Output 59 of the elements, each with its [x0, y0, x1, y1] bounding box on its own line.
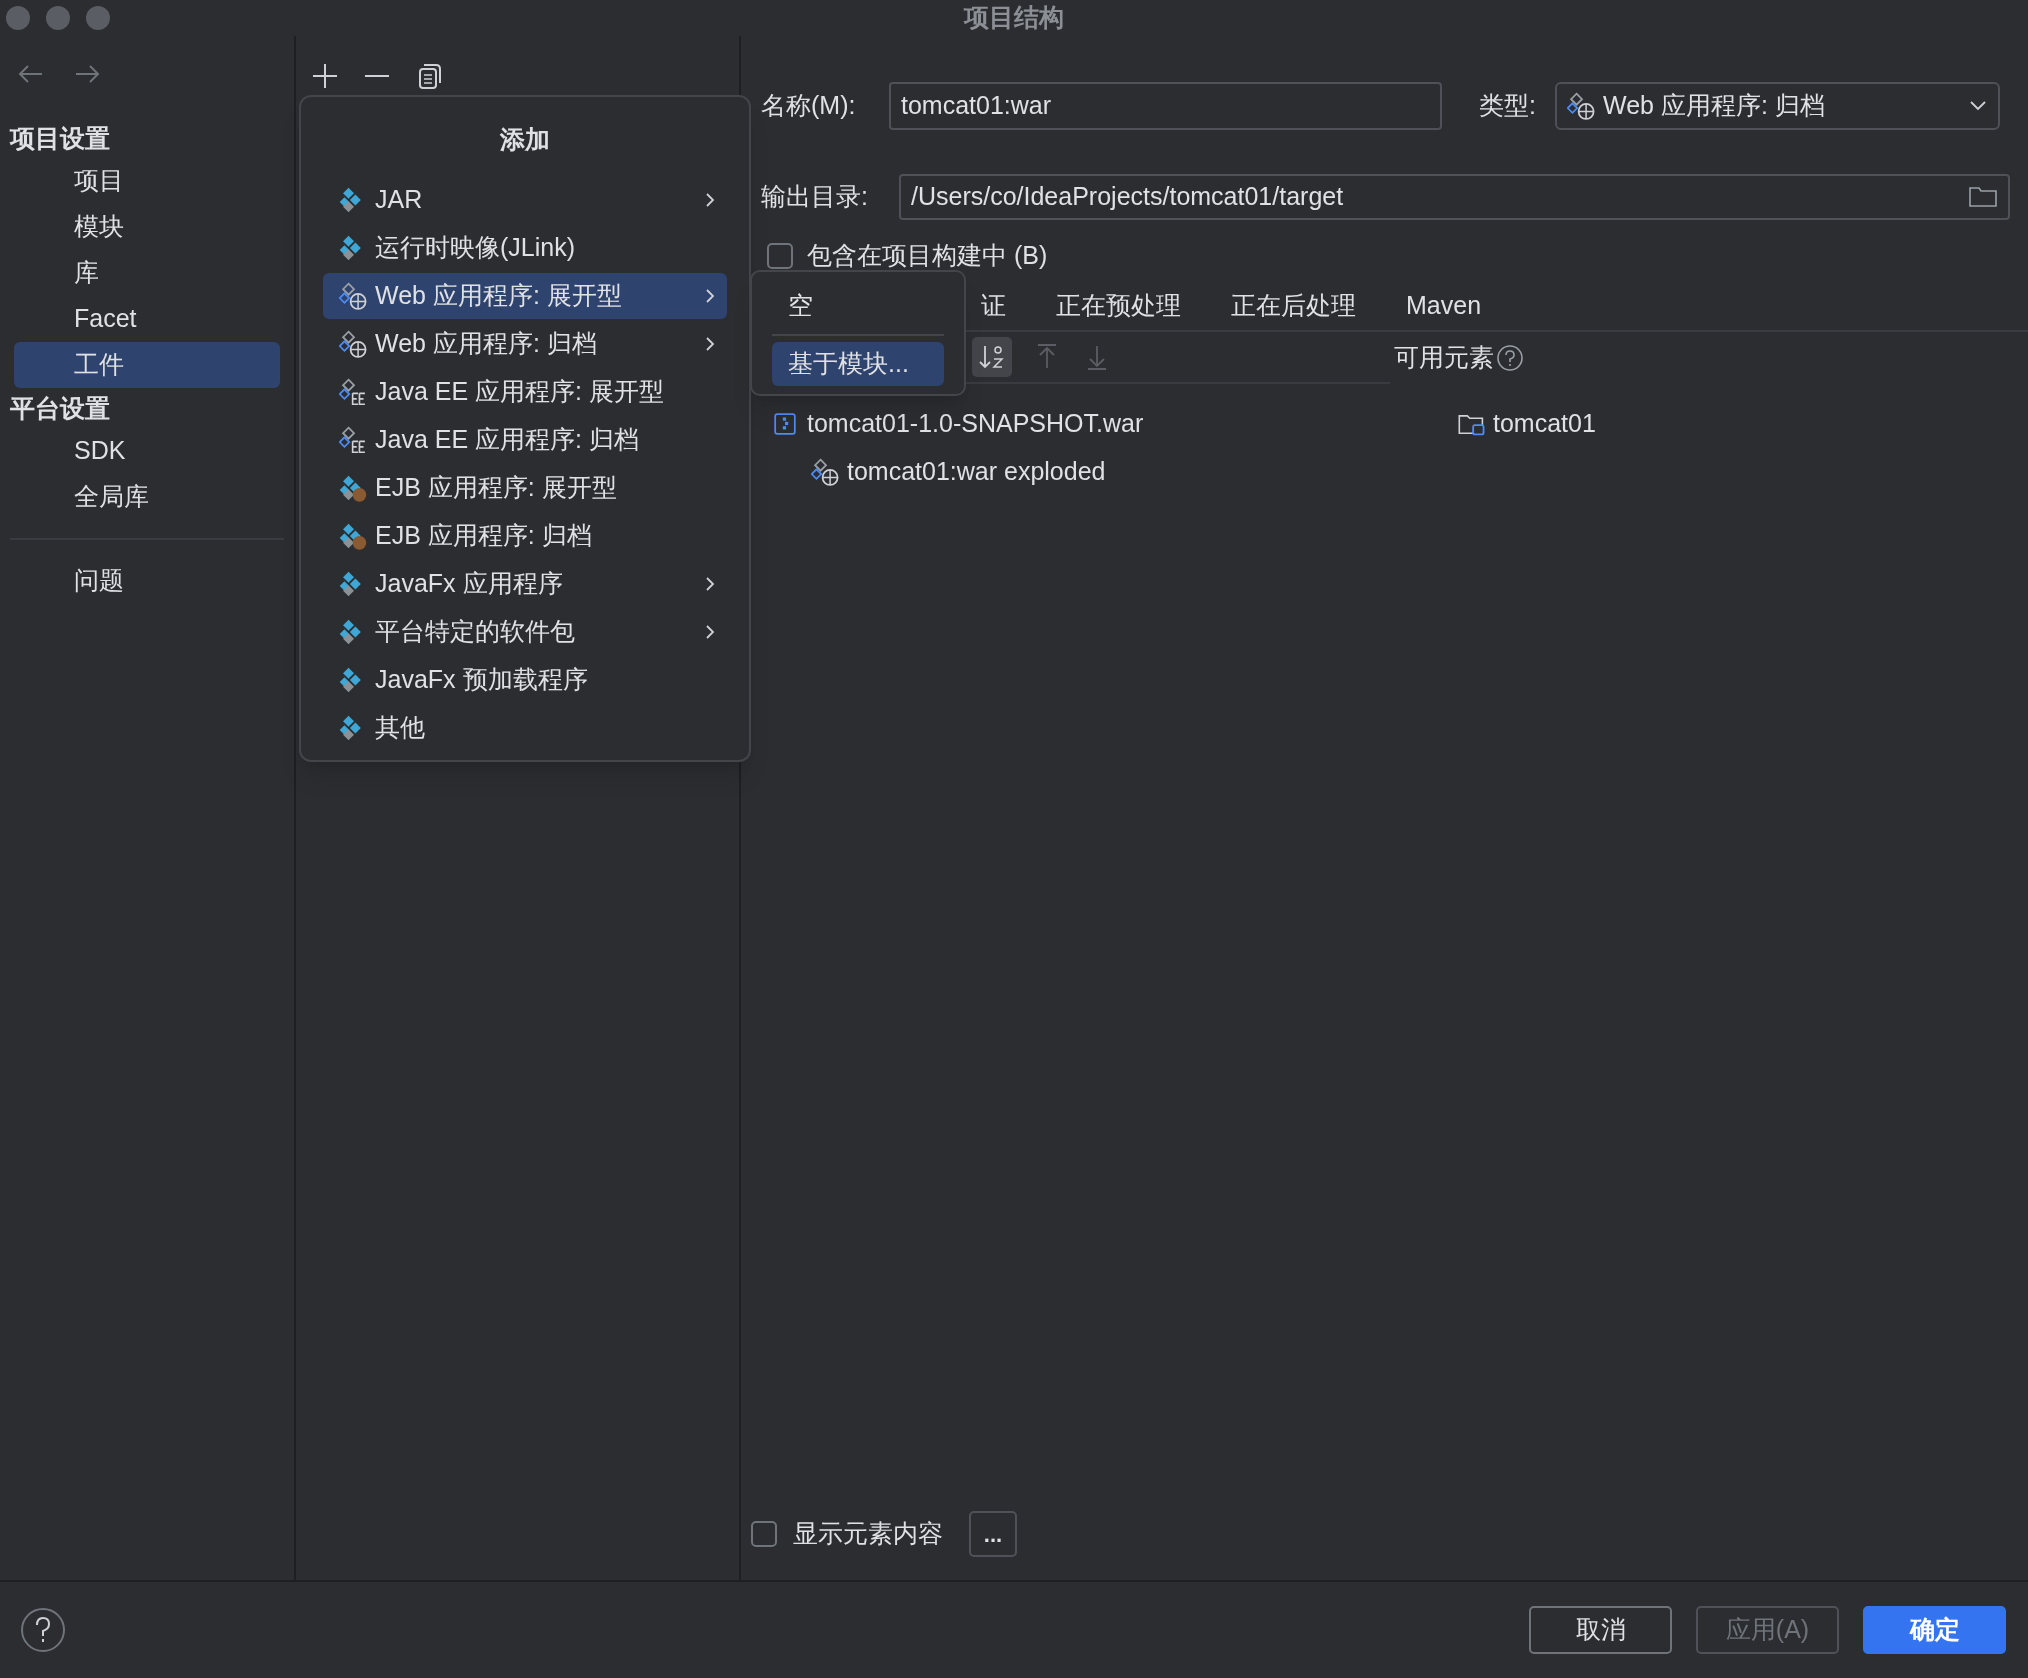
archive-icon: [773, 412, 797, 436]
menu-item[interactable]: JavaFx 应用程序: [323, 560, 727, 607]
sidebar-item[interactable]: 库: [14, 250, 280, 296]
tab[interactable]: 正在预处理: [1056, 284, 1181, 330]
name-field[interactable]: tomcat01:war: [889, 82, 1442, 130]
field-label: 类型:: [1479, 90, 1537, 122]
sidebar-item[interactable]: Facet: [14, 296, 280, 342]
output-directory-field[interactable]: /Users/co/IdeaProjects/tomcat01/target: [899, 174, 2010, 220]
sort-button[interactable]: [972, 337, 1012, 377]
panel-title: 可用元素: [1394, 342, 1494, 374]
checkbox-label: 包含在项目构建中 (B): [807, 240, 1048, 272]
menu-item[interactable]: 运行时映像(JLink): [323, 224, 727, 271]
window-control[interactable]: [46, 6, 70, 30]
window-control[interactable]: [6, 6, 30, 30]
add-icon[interactable]: [310, 61, 340, 91]
tree-item[interactable]: tomcat01: [1493, 405, 1596, 443]
tab[interactable]: 正在后处理: [1231, 284, 1356, 330]
folder-icon[interactable]: [1968, 185, 1998, 209]
menu-item[interactable]: Java EE 应用程序: 归档: [323, 416, 727, 463]
sidebar-item[interactable]: 项目: [14, 158, 280, 204]
menu-item[interactable]: 基于模块...: [772, 342, 944, 386]
globe-icon: [811, 457, 841, 487]
sidebar-item[interactable]: 工件: [14, 342, 280, 388]
tab[interactable]: Maven: [1406, 284, 1482, 330]
menu-item[interactable]: Java EE 应用程序: 展开型: [323, 368, 727, 415]
menu-item[interactable]: JAR: [323, 176, 727, 223]
dialog-button[interactable]: 确定: [1863, 1606, 2006, 1654]
help-icon[interactable]: [1496, 344, 1524, 372]
field-label: 名称(M):: [761, 90, 857, 122]
window-title: 项目结构: [964, 2, 1064, 34]
field-label: 输出目录:: [761, 181, 869, 213]
menu-item[interactable]: 其他: [323, 704, 727, 751]
globe-icon: [339, 280, 369, 311]
checkbox[interactable]: [751, 1521, 777, 1547]
menu-item[interactable]: EJB 应用程序: 展开型: [323, 464, 727, 511]
more-button[interactable]: ...: [969, 1511, 1017, 1557]
checkbox-label: 显示元素内容: [793, 1518, 943, 1550]
menu-item[interactable]: EJB 应用程序: 归档: [323, 512, 727, 559]
menu-item[interactable]: Web 应用程序: 归档: [323, 320, 727, 367]
type-dropdown[interactable]: Web 应用程序: 归档: [1555, 82, 2000, 130]
menu-item[interactable]: 空: [772, 284, 944, 328]
menu-item[interactable]: JavaFx 预加载程序: [323, 656, 727, 703]
sidebar-item[interactable]: 全局库: [14, 474, 280, 520]
help-icon[interactable]: [20, 1607, 66, 1653]
window-control[interactable]: [86, 6, 110, 30]
tab[interactable]: 证: [981, 284, 1006, 330]
sidebar-item[interactable]: 模块: [14, 204, 280, 250]
section-heading: 平台设置: [9, 393, 111, 424]
menu-item[interactable]: Web 应用程序: 展开型: [323, 272, 727, 319]
menu-item[interactable]: 平台特定的软件包: [323, 608, 727, 655]
globe-icon: [339, 328, 369, 359]
section-heading: 项目设置: [8, 123, 111, 154]
globe-icon: [1567, 91, 1597, 121]
tree-item[interactable]: tomcat01-1.0-SNAPSHOT.war: [807, 405, 1144, 443]
sidebar-item[interactable]: SDK: [14, 428, 280, 474]
tree-item[interactable]: tomcat01:war exploded: [847, 453, 1106, 491]
dialog-button[interactable]: 取消: [1529, 1606, 1672, 1654]
sidebar-item[interactable]: 问题: [14, 558, 280, 604]
menu-title: 添加: [500, 124, 550, 155]
